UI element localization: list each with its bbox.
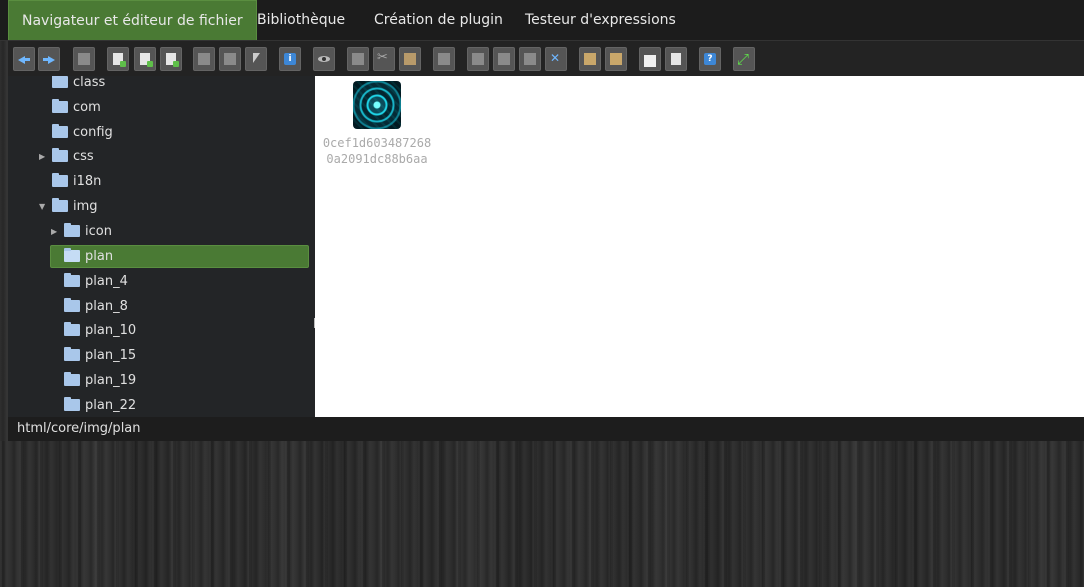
- extract-icon: [610, 53, 622, 65]
- archive-button[interactable]: [579, 47, 601, 71]
- rename-icon: [472, 53, 484, 65]
- folder-icon: [64, 298, 80, 312]
- rename-button[interactable]: [467, 47, 489, 71]
- archive-icon: [584, 53, 596, 65]
- save-icon: [166, 53, 179, 67]
- tree-item-plan-8[interactable]: plan_8: [64, 296, 304, 318]
- extract-button[interactable]: [605, 47, 627, 71]
- fullscreen-button[interactable]: [545, 47, 567, 71]
- dictionary-button[interactable]: [665, 47, 687, 71]
- file-view: 0cef1d603487268 0a2091dc88b6aa: [315, 76, 1084, 417]
- edit-icon: [524, 53, 536, 65]
- status-path: html/core/img/plan: [8, 417, 1084, 441]
- save-button[interactable]: [160, 47, 182, 71]
- file-item[interactable]: 0cef1d603487268 0a2091dc88b6aa: [315, 76, 439, 171]
- info-button[interactable]: i: [279, 47, 301, 71]
- edit-button[interactable]: [519, 47, 541, 71]
- select-all-icon: [498, 53, 510, 65]
- folder-icon: [64, 273, 80, 287]
- folder-icon: [64, 372, 80, 386]
- tree-item-plan-10[interactable]: plan_10: [64, 320, 304, 342]
- tree-item-icon[interactable]: ▶ icon: [51, 221, 306, 243]
- maximize-button[interactable]: [733, 47, 755, 71]
- tree-item-img[interactable]: ▼ img: [39, 196, 302, 218]
- select-icon: [250, 53, 262, 65]
- paste-path-icon: [224, 53, 236, 65]
- chevron-right-icon[interactable]: ▶: [39, 146, 45, 168]
- paste-button[interactable]: [399, 47, 421, 71]
- folder-icon: [52, 76, 68, 88]
- tree-item-i18n[interactable]: i18n: [52, 171, 302, 193]
- preview-icon: [318, 53, 330, 65]
- print-button[interactable]: [73, 47, 95, 71]
- folder-icon: [64, 322, 80, 336]
- copy-path-icon: [198, 53, 210, 65]
- help-icon: ?: [704, 53, 716, 65]
- copy-path-button[interactable]: [193, 47, 215, 71]
- new-folder-icon: [140, 53, 153, 67]
- duplicate-button[interactable]: [433, 47, 455, 71]
- tree-item-plan-15[interactable]: plan_15: [64, 345, 304, 367]
- tree-item-plan-4[interactable]: plan_4: [64, 271, 304, 293]
- folder-icon: [52, 173, 68, 187]
- new-file-button[interactable]: [107, 47, 129, 71]
- tree-item-config[interactable]: config: [52, 122, 302, 144]
- tab-expression-tester[interactable]: Testeur d'expressions: [512, 0, 689, 40]
- folder-tree: class com config ▶ css i18n ▼ img ▶ icon…: [8, 76, 315, 417]
- folder-icon: [52, 124, 68, 138]
- file-name: 0cef1d603487268 0a2091dc88b6aa: [322, 136, 432, 166]
- folder-icon: [64, 223, 80, 237]
- copy-button[interactable]: [347, 47, 369, 71]
- keyboard-button[interactable]: [639, 47, 661, 71]
- print-icon: [78, 53, 90, 65]
- tree-item-com[interactable]: com: [52, 97, 302, 119]
- folder-icon: [52, 99, 68, 113]
- new-folder-button[interactable]: [134, 47, 156, 71]
- duplicate-icon: [438, 53, 450, 65]
- dictionary-icon: [671, 53, 681, 65]
- select-button[interactable]: [245, 47, 267, 71]
- tab-library[interactable]: Bibliothèque: [244, 0, 358, 40]
- maximize-icon: [737, 50, 750, 68]
- back-icon: [18, 53, 30, 65]
- top-tab-bar: Navigateur et éditeur de fichier Bibliot…: [0, 0, 1084, 41]
- help-button[interactable]: ?: [699, 47, 721, 71]
- folder-open-icon: [64, 248, 80, 262]
- paste-path-button[interactable]: [219, 47, 241, 71]
- tree-item-plan[interactable]: plan: [50, 245, 309, 268]
- tree-item-css[interactable]: ▶ css: [39, 146, 302, 168]
- chevron-right-icon[interactable]: ▶: [51, 221, 57, 243]
- new-file-icon: [113, 53, 126, 67]
- fullscreen-icon: [550, 51, 562, 65]
- toolbar: i ?: [8, 41, 1084, 76]
- cut-icon: [377, 50, 390, 65]
- cut-button[interactable]: [373, 47, 395, 71]
- tree-item-class[interactable]: class: [52, 76, 302, 94]
- folder-icon: [64, 347, 80, 361]
- back-button[interactable]: [13, 47, 35, 71]
- forward-button[interactable]: [38, 47, 60, 71]
- folder-icon: [52, 198, 68, 212]
- folder-icon: [52, 148, 68, 162]
- forward-icon: [43, 53, 55, 65]
- tree-item-plan-22[interactable]: plan_22: [64, 395, 304, 417]
- select-all-button[interactable]: [493, 47, 515, 71]
- tree-item-plan-19[interactable]: plan_19: [64, 370, 304, 392]
- copy-icon: [352, 53, 364, 65]
- info-icon: i: [284, 53, 296, 65]
- tab-file-navigator[interactable]: Navigateur et éditeur de fichier: [8, 0, 257, 40]
- paste-icon: [404, 53, 416, 65]
- tab-plugin-creation[interactable]: Création de plugin: [361, 0, 516, 40]
- preview-button[interactable]: [313, 47, 335, 71]
- chevron-down-icon[interactable]: ▼: [39, 196, 45, 218]
- file-thumbnail[interactable]: [353, 81, 401, 129]
- folder-icon: [64, 397, 80, 411]
- keyboard-icon: [644, 55, 656, 67]
